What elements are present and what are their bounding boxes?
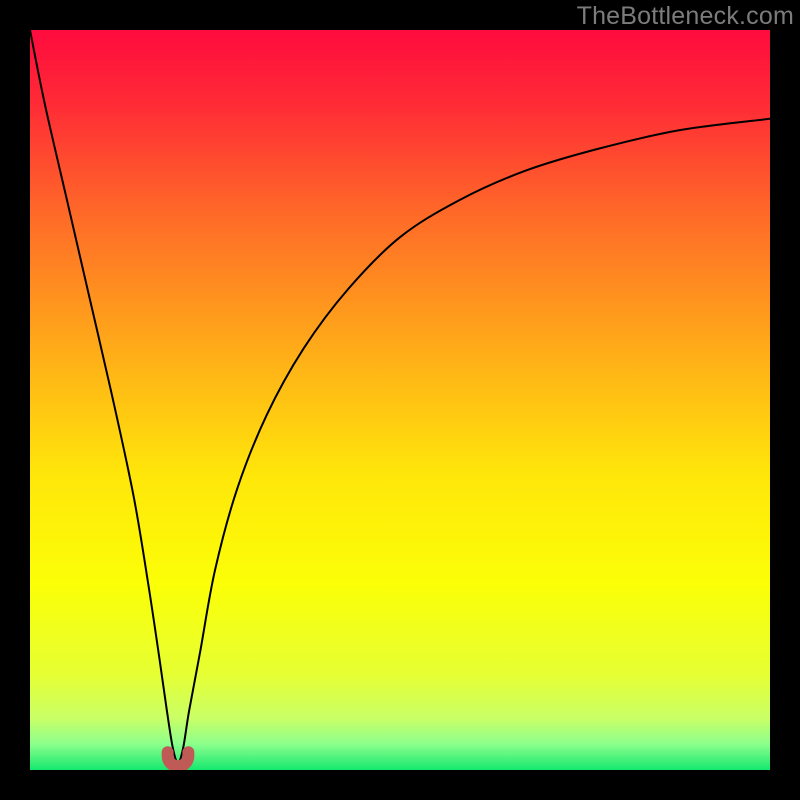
bottleneck-curve	[30, 30, 770, 763]
watermark-text: TheBottleneck.com	[577, 2, 794, 31]
min-marker	[168, 752, 189, 766]
chart-frame: TheBottleneck.com	[0, 0, 800, 800]
curve-layer	[30, 30, 770, 770]
plot-area	[30, 30, 770, 770]
